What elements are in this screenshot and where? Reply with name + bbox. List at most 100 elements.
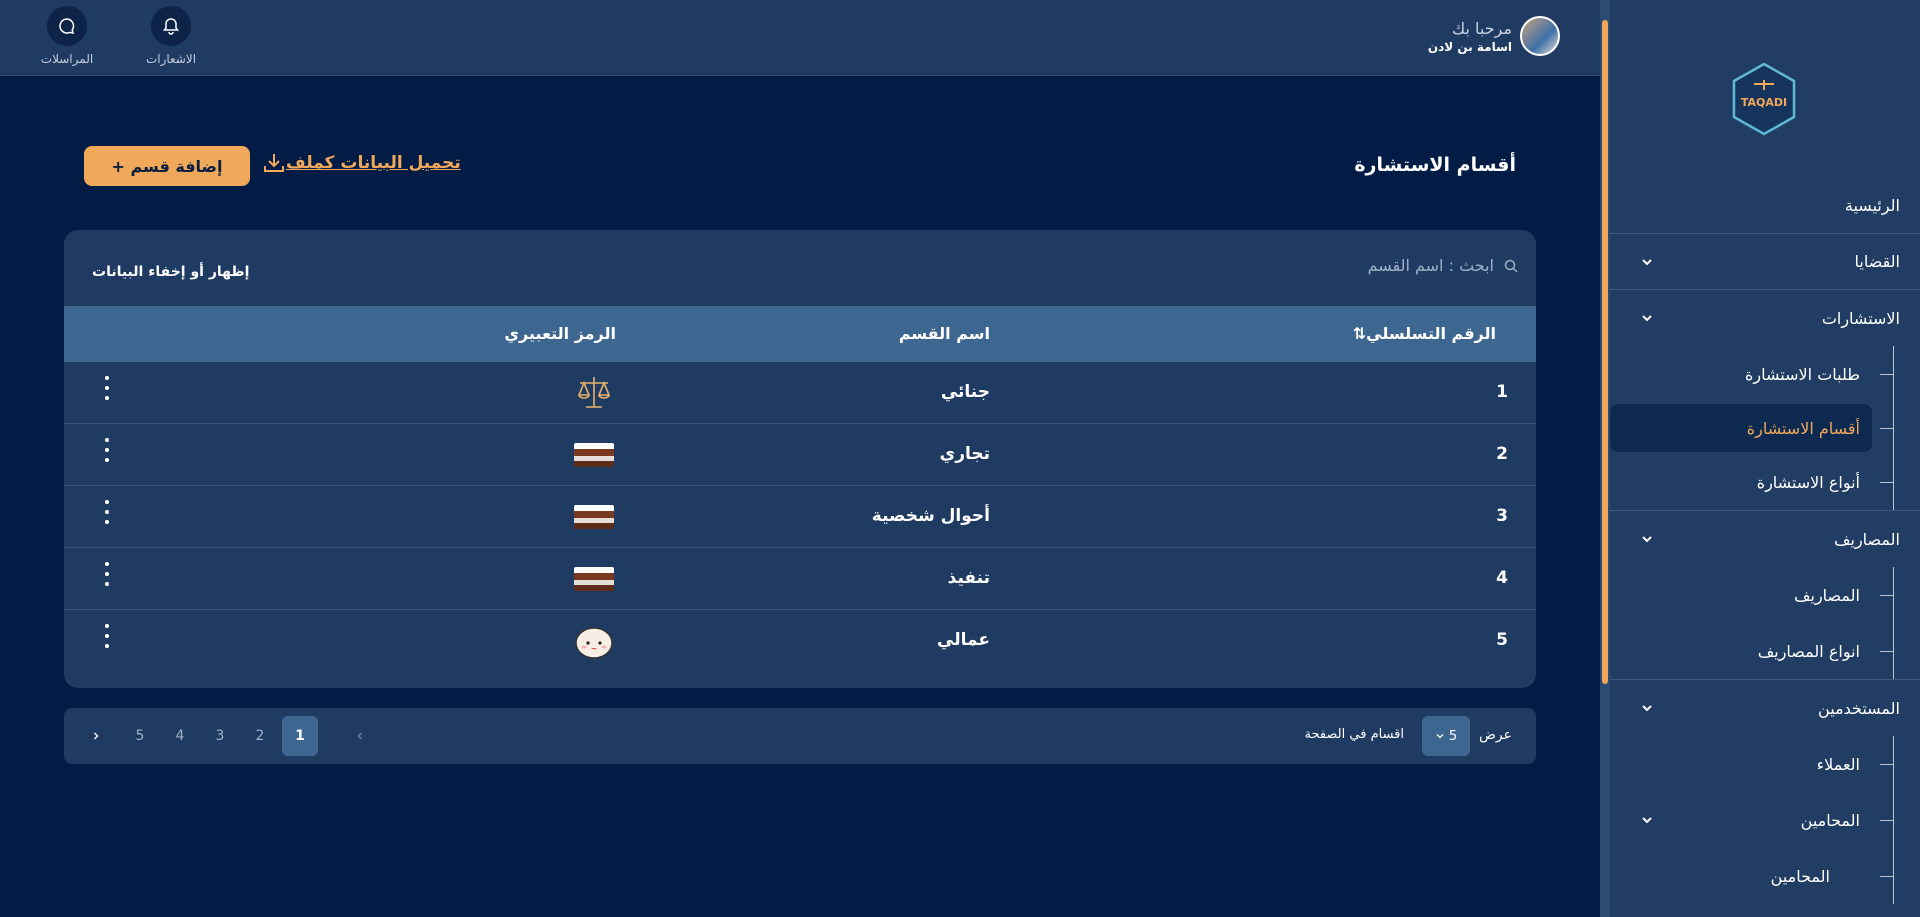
avatar[interactable]	[1520, 16, 1560, 56]
sidebar-item-expenses-list[interactable]: المصاريف	[1610, 567, 1920, 623]
table-row: 5 عمالي	[64, 610, 1536, 672]
photo-thumbnail	[574, 497, 614, 537]
sidebar-item-expenses[interactable]: المصاريف	[1610, 511, 1920, 567]
notifications-button[interactable]: الاشعارات	[126, 6, 216, 66]
chevron-down-icon	[1642, 258, 1652, 265]
page-button-3[interactable]: 3	[202, 716, 238, 756]
chevron-down-icon	[1642, 705, 1652, 712]
table-row: 4 تنفيذ	[64, 548, 1536, 610]
row-serial: 2	[1496, 444, 1508, 464]
page-button-2[interactable]: 2	[242, 716, 278, 756]
sidebar-item-label: المحامين	[1770, 866, 1830, 886]
row-actions-menu[interactable]	[100, 438, 114, 462]
download-icon	[264, 154, 284, 172]
sidebar-item-label: العملاء	[1816, 754, 1860, 774]
sidebar-item-label: طلبات الاستشارة	[1745, 364, 1860, 384]
logo: TAQADI	[1732, 62, 1796, 136]
row-actions-menu[interactable]	[100, 624, 114, 648]
row-name: جنائي	[940, 382, 990, 402]
user-profile[interactable]: مرحبا بك اسامة بن لادن	[1428, 16, 1560, 56]
row-actions-menu[interactable]	[100, 376, 114, 400]
sidebar-item-label: أقسام الاستشارة	[1746, 418, 1860, 438]
download-label: تحميل البيانات كملف	[286, 153, 461, 173]
sidebar-item-label: القضايا	[1854, 252, 1901, 271]
scales-icon	[574, 373, 614, 413]
sidebar-item-label: المصاريف	[1833, 529, 1900, 549]
chevron-down-icon	[1642, 536, 1652, 543]
scrollbar-thumb[interactable]	[1602, 20, 1608, 684]
column-header-icon: الرمز التعبيري	[504, 324, 616, 343]
sidebar-item-label: المصاريف	[1793, 585, 1860, 605]
sidebar-item-label: أنواع الاستشارة	[1756, 472, 1860, 492]
download-data-link[interactable]: تحميل البيانات كملف	[262, 152, 469, 174]
row-serial: 1	[1496, 382, 1508, 402]
show-label: عرض	[1478, 727, 1512, 743]
chevron-left-icon	[357, 732, 362, 740]
photo-thumbnail	[574, 559, 614, 599]
row-actions-menu[interactable]	[100, 500, 114, 524]
bell-icon	[151, 6, 191, 46]
add-category-button[interactable]: إضافة قسم +	[84, 146, 250, 186]
logo-text: TAQADI	[1741, 96, 1787, 109]
table-header: الرقم التسلسلي⇅ اسم القسم الرمز التعبيري	[64, 306, 1536, 362]
search-input[interactable]: ابحث : اسم القسم	[1368, 256, 1494, 275]
sidebar-item-label: انواع المصاريف	[1757, 641, 1860, 661]
sidebar-item-users[interactable]: المستخدمين	[1610, 680, 1920, 736]
sidebar-item-cases[interactable]: القضايا	[1610, 234, 1920, 290]
greeting-text: مرحبا بك	[1451, 18, 1512, 38]
sidebar-item-lawyers[interactable]: المحامين	[1610, 792, 1920, 848]
sidebar-item-label: الرئيسية	[1844, 196, 1900, 215]
page-button-1[interactable]: 1	[282, 716, 318, 756]
page-button-4[interactable]: 4	[162, 716, 198, 756]
dumpling-emoji	[574, 621, 614, 661]
row-name: عمالي	[937, 630, 990, 650]
messages-button[interactable]: المراسلات	[22, 6, 112, 66]
row-serial: 4	[1496, 568, 1508, 588]
row-name: تجاري	[939, 444, 990, 464]
page-button-5[interactable]: 5	[122, 716, 158, 756]
top-header: المراسلات الاشعارات مرحبا بك اسامة بن لا…	[0, 0, 1600, 76]
toggle-columns-button[interactable]: إظهار أو إخفاء البيانات	[92, 264, 249, 280]
chevron-right-icon	[94, 732, 99, 740]
per-page-value: 5	[1448, 728, 1458, 744]
page-title: أقسام الاستشارة	[1354, 154, 1516, 176]
sidebar-item-clients[interactable]: العملاء	[1610, 736, 1920, 792]
next-page-button[interactable]	[78, 716, 114, 756]
sidebar: TAQADI الرئيسية القضايا الاستشارات طلبات…	[1600, 0, 1920, 917]
per-page-label: اقسام في الصفحة	[1304, 727, 1404, 742]
user-name: اسامة بن لادن	[1427, 39, 1512, 54]
sidebar-item-consultations[interactable]: الاستشارات	[1610, 290, 1920, 346]
photo-thumbnail	[574, 435, 614, 475]
pagination-bar: عرض 5 اقسام في الصفحة 1 2 3 4 5	[64, 708, 1536, 764]
column-header-name: اسم القسم	[898, 324, 990, 343]
chevron-down-icon	[1642, 817, 1652, 824]
search-box[interactable]: ابحث : اسم القسم	[1368, 256, 1518, 275]
sidebar-scrollbar[interactable]	[1600, 0, 1610, 917]
row-serial: 5	[1496, 630, 1508, 650]
chevron-down-icon	[1642, 315, 1652, 322]
sidebar-item-label: المستخدمين	[1818, 698, 1900, 718]
column-header-serial[interactable]: الرقم التسلسلي⇅	[1353, 324, 1496, 343]
sidebar-item-label: المحامين	[1800, 810, 1860, 830]
notifications-label: الاشعارات	[145, 52, 197, 66]
table-row: 3 أحوال شخصية	[64, 486, 1536, 548]
sidebar-item-lawyers-list[interactable]: المحامين	[1610, 848, 1920, 904]
sidebar-item-home[interactable]: الرئيسية	[1610, 178, 1920, 234]
sidebar-item-consultation-categories[interactable]: أقسام الاستشارة	[1610, 404, 1894, 452]
sidebar-item-consultation-types[interactable]: أنواع الاستشارة	[1610, 454, 1920, 510]
per-page-select[interactable]: 5	[1422, 716, 1470, 756]
categories-table-card: ابحث : اسم القسم إظهار أو إخفاء البيانات…	[64, 230, 1536, 688]
row-actions-menu[interactable]	[100, 562, 114, 586]
table-row: 1 جنائي	[64, 362, 1536, 424]
table-row: 2 تجاري	[64, 424, 1536, 486]
row-serial: 3	[1496, 506, 1508, 526]
messages-label: المراسلات	[40, 52, 94, 66]
sidebar-item-expense-types[interactable]: انواع المصاريف	[1610, 623, 1920, 679]
chat-icon	[47, 6, 87, 46]
row-name: أحوال شخصية	[871, 506, 990, 526]
row-name: تنفيذ	[947, 568, 990, 588]
prev-page-button[interactable]	[342, 716, 378, 756]
sidebar-item-consultation-requests[interactable]: طلبات الاستشارة	[1610, 346, 1920, 402]
search-icon	[1504, 259, 1518, 273]
chevron-down-icon	[1436, 734, 1444, 739]
